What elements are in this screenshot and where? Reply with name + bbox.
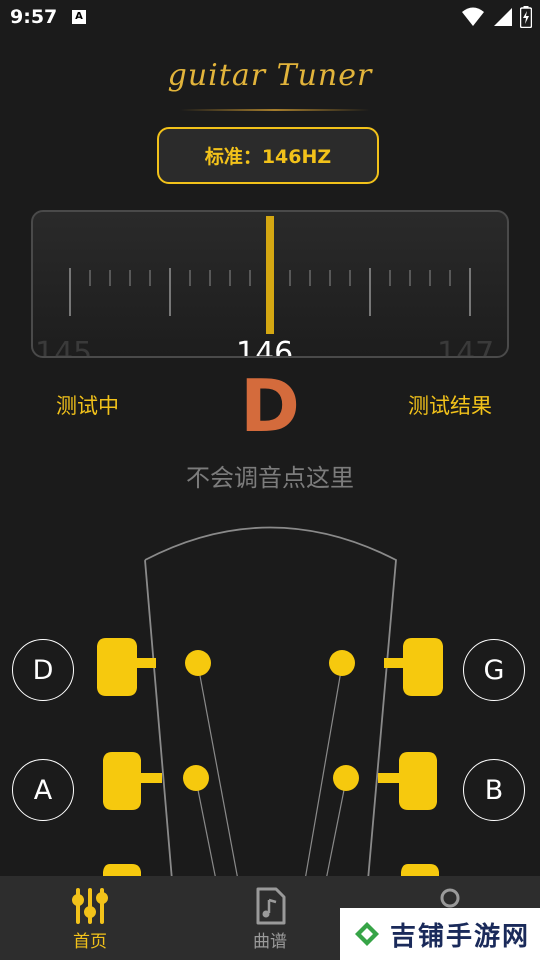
notification-icon: A xyxy=(72,10,86,24)
watermark: 吉铺手游网 xyxy=(340,908,540,960)
string-button-g[interactable]: G xyxy=(463,639,525,701)
string-button-d[interactable]: D xyxy=(12,639,74,701)
status-time: 9:57 xyxy=(10,6,58,28)
logo-divider xyxy=(180,109,370,111)
test-result-link[interactable]: 测试结果 xyxy=(408,390,492,420)
meter-left-value: 145 xyxy=(35,336,93,358)
battery-icon xyxy=(520,6,532,28)
tuner-sliders-icon xyxy=(72,888,108,924)
status-icons xyxy=(462,6,532,28)
tuning-peg xyxy=(97,638,156,696)
meter-needle xyxy=(266,216,274,334)
tuning-peg xyxy=(384,638,443,696)
signal-icon xyxy=(494,8,512,26)
wifi-icon xyxy=(462,7,484,26)
meter-current-value: 146 xyxy=(236,336,294,358)
tuning-peg-post xyxy=(333,765,359,791)
app-logo: guitar Tuner xyxy=(167,58,373,93)
tuning-peg-post xyxy=(185,650,211,676)
guitar-headstock xyxy=(97,526,443,880)
tuning-peg-post xyxy=(329,650,355,676)
tab-sheet-music[interactable]: 曲谱 xyxy=(180,876,360,960)
watermark-text: 吉铺手游网 xyxy=(390,921,531,952)
standard-frequency-button[interactable]: 标准：146HZ xyxy=(157,127,379,184)
tab-sheet-music-label: 曲谱 xyxy=(253,932,287,952)
string-button-b[interactable]: B xyxy=(463,759,525,821)
status-bar: 9:57 A xyxy=(0,0,540,38)
tuning-help-link[interactable]: 不会调音点这里 xyxy=(0,458,540,493)
watermark-logo-icon xyxy=(355,922,379,946)
tuning-peg xyxy=(103,752,162,810)
string-button-a[interactable]: A xyxy=(12,759,74,821)
meter-scale xyxy=(69,216,471,334)
tab-home[interactable]: 首页 xyxy=(0,876,180,960)
tuning-peg-post xyxy=(183,765,209,791)
tuning-meter: 145 146 147 xyxy=(31,210,509,358)
meter-right-value: 147 xyxy=(437,336,495,358)
tab-home-label: 首页 xyxy=(73,932,107,952)
tuning-peg xyxy=(378,752,437,810)
music-sheet-icon xyxy=(256,887,286,925)
